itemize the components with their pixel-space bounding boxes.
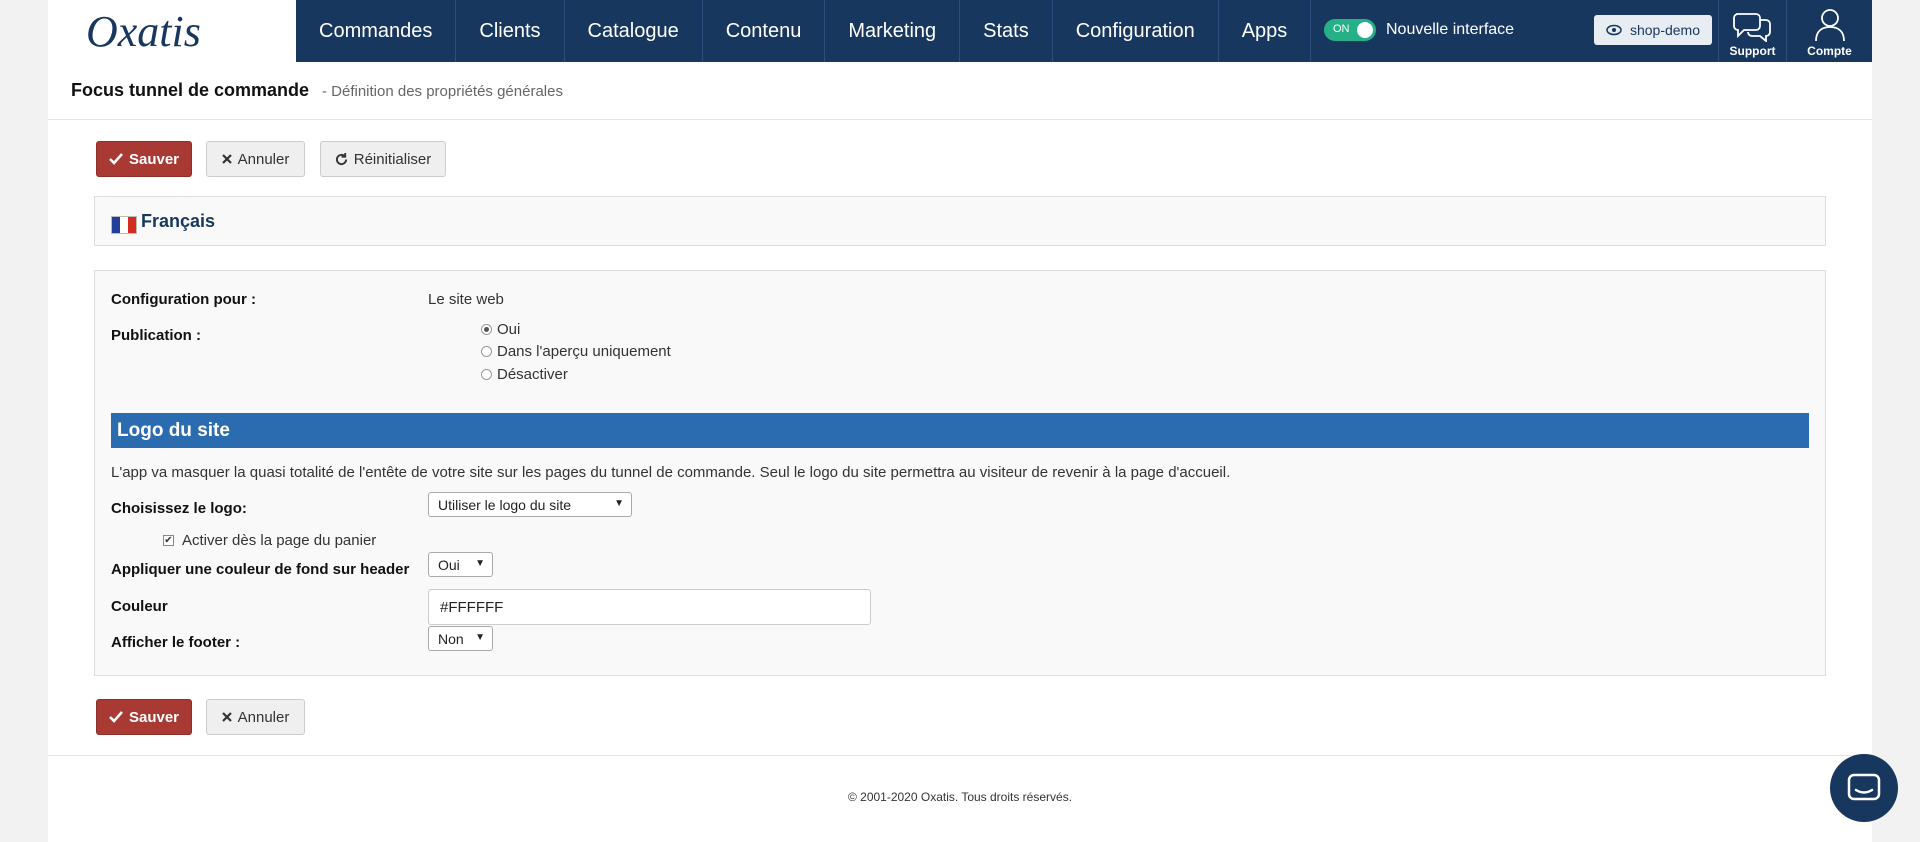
toggle-label: Nouvelle interface (1386, 21, 1515, 38)
header-bg-select[interactable]: Oui ▼ (428, 552, 493, 577)
logo-choice-label: Choisissez le logo: (111, 500, 247, 517)
language-label: Français (141, 211, 216, 231)
publication-option-oui[interactable]: Oui (481, 321, 520, 338)
color-input[interactable]: #FFFFFF (428, 589, 871, 625)
publication-label: Publication : (111, 327, 201, 344)
close-icon (221, 712, 232, 722)
cancel-button-top[interactable]: Annuler (206, 141, 305, 177)
chat-icon (1847, 773, 1881, 801)
logo-wordmark: Oxatis (86, 7, 201, 56)
cancel-button-bottom[interactable]: Annuler (206, 699, 305, 735)
header-bg-label: Appliquer une couleur de fond sur header (111, 561, 410, 578)
radio-button[interactable] (481, 324, 492, 335)
close-icon (221, 154, 232, 164)
footer-divider (48, 755, 1872, 756)
reset-button[interactable]: Réinitialiser (320, 141, 446, 177)
chevron-down-icon: ▼ (475, 632, 485, 643)
page-header: Focus tunnel de commande - Définition de… (48, 62, 1872, 120)
save-button-bottom[interactable]: Sauver (96, 699, 192, 735)
publication-option-preview[interactable]: Dans l'aperçu uniquement (481, 343, 671, 360)
page: Oxatis Commandes Clients Catalogue Conte… (48, 0, 1872, 842)
logo-select-value: Utiliser le logo du site (438, 496, 572, 513)
radio-button[interactable] (481, 346, 492, 357)
new-interface-toggle[interactable]: ON (1324, 19, 1376, 41)
nav-catalogue[interactable]: Catalogue (565, 0, 703, 62)
nav-stats[interactable]: Stats (960, 0, 1053, 62)
main-nav: Commandes Clients Catalogue Contenu Mark… (296, 0, 1312, 62)
settings-form: Configuration pour : Le site web Publica… (94, 270, 1826, 676)
eye-icon (1606, 24, 1622, 36)
toggle-state: ON (1333, 23, 1350, 35)
config-label: Configuration pour : (111, 291, 256, 308)
nav-apps[interactable]: Apps (1219, 0, 1312, 62)
radio-label: Dans l'aperçu uniquement (497, 343, 671, 360)
save-label: Sauver (128, 708, 180, 726)
refresh-icon (335, 152, 347, 165)
reset-label: Réinitialiser (353, 150, 432, 168)
france-flag-icon (111, 216, 137, 234)
support-label: Support (1729, 44, 1776, 58)
page-subtitle: - Définition des propriétés générales (322, 83, 563, 100)
radio-label: Oui (497, 321, 521, 338)
nav-contenu[interactable]: Contenu (703, 0, 826, 62)
account-label: Compte (1807, 44, 1852, 58)
logo-select[interactable]: Utiliser le logo du site ▼ (428, 492, 632, 517)
chat-widget-button[interactable] (1830, 754, 1898, 822)
support-button[interactable]: Support (1718, 0, 1786, 62)
shop-preview-button[interactable]: shop-demo (1594, 15, 1712, 45)
oxatis-logo[interactable]: Oxatis (48, 0, 296, 62)
cancel-label: Annuler (237, 708, 290, 726)
check-icon (109, 711, 123, 723)
cart-page-checkbox-label: Activer dès la page du panier (182, 532, 377, 549)
color-label: Couleur (111, 598, 168, 615)
chevron-down-icon: ▼ (614, 498, 624, 509)
radio-label: Désactiver (497, 366, 568, 383)
save-button-top[interactable]: Sauver (96, 141, 192, 177)
section-logo-header: Logo du site (111, 413, 1809, 448)
copyright-text: © 2001-2020 Oxatis. Tous droits réservés… (847, 790, 1073, 804)
section-description: L'app va masquer la quasi totalité de l'… (111, 464, 1231, 481)
language-header: Français (94, 196, 1826, 246)
cart-page-checkbox-row[interactable]: ✔ Activer dès la page du panier (163, 532, 376, 549)
nav-clients[interactable]: Clients (456, 0, 565, 62)
account-button[interactable]: Compte (1786, 0, 1872, 62)
chat-bubbles-icon (1732, 13, 1771, 42)
page-title: Focus tunnel de commande (71, 80, 310, 100)
toggle-knob (1357, 22, 1373, 38)
footer-select-value: Non (438, 630, 464, 647)
svg-text:Oxatis: Oxatis (86, 7, 201, 56)
nav-commandes[interactable]: Commandes (296, 0, 457, 62)
shop-label: shop-demo (1629, 22, 1701, 38)
cancel-label: Annuler (237, 150, 290, 168)
top-navbar: Oxatis Commandes Clients Catalogue Conte… (48, 0, 1872, 62)
color-input-value: #FFFFFF (440, 598, 504, 616)
nav-configuration[interactable]: Configuration (1053, 0, 1219, 62)
footer-select[interactable]: Non ▼ (428, 626, 493, 651)
nav-marketing[interactable]: Marketing (825, 0, 961, 62)
radio-button[interactable] (481, 369, 492, 380)
publication-option-disable[interactable]: Désactiver (481, 366, 568, 383)
user-icon (1814, 9, 1845, 42)
check-icon (109, 153, 123, 165)
footer-label: Afficher le footer : (111, 634, 241, 651)
config-value: Le site web (428, 291, 504, 308)
new-interface-toggle-group: ON Nouvelle interface (1324, 19, 1514, 41)
cart-page-checkbox[interactable]: ✔ (163, 535, 174, 546)
save-label: Sauver (128, 150, 180, 168)
chevron-down-icon: ▼ (475, 558, 485, 569)
header-bg-select-value: Oui (438, 556, 460, 573)
